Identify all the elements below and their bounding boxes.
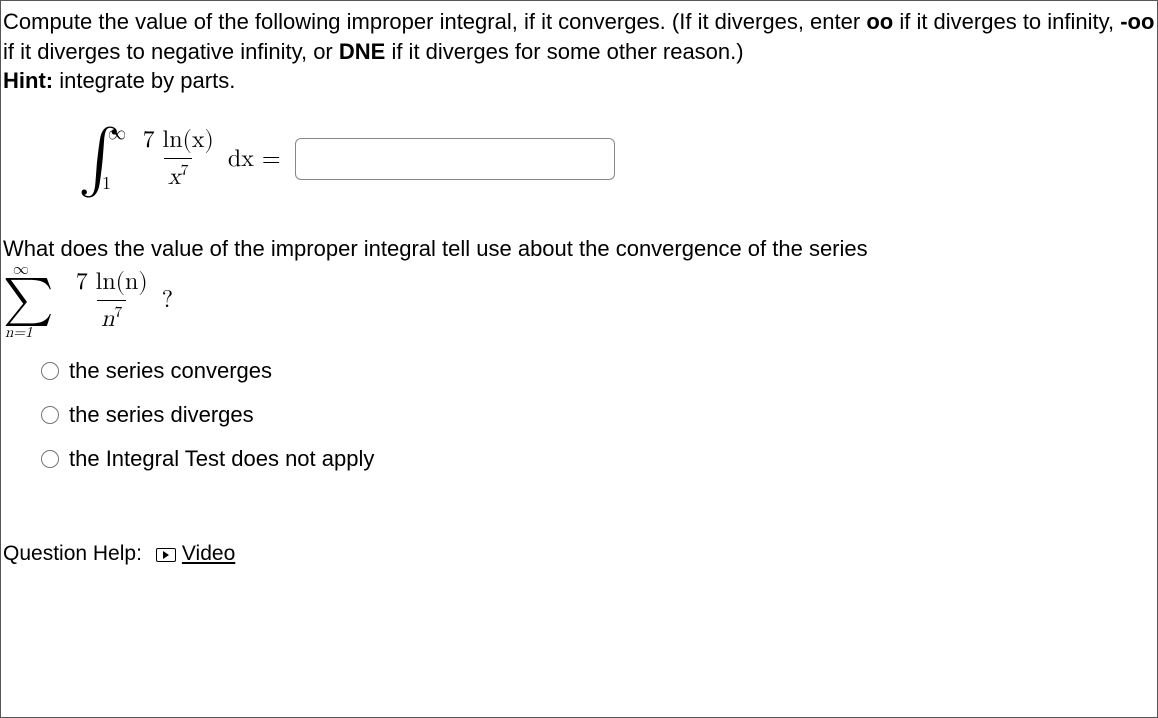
integral-answer-input[interactable] (295, 138, 615, 180)
series-fraction: 7 ln(n) n7 (72, 266, 152, 336)
problem-prompt: Compute the value of the following impro… (3, 7, 1155, 96)
integral-upper-bound: ∞ (108, 125, 126, 143)
sigma-lower: n=1 (5, 325, 33, 340)
prompt-text: if it diverges for some other reason.) (385, 39, 743, 64)
integral-expression: ∫ ∞ 1 7 ln(x) x7 dx = (78, 124, 1155, 194)
radio-not-apply[interactable] (41, 450, 59, 468)
prompt-neg-oo: -oo (1120, 9, 1154, 34)
option-not-apply[interactable]: the Integral Test does not apply (41, 437, 1155, 481)
prompt-text: Compute the value of the following impro… (3, 9, 866, 34)
option-label: the Integral Test does not apply (69, 444, 374, 474)
series-question-text: What does the value of the improper inte… (3, 234, 1155, 264)
radio-diverges[interactable] (41, 406, 59, 424)
series-denominator: n7 (97, 300, 126, 335)
video-link-text: Video (182, 540, 235, 568)
radio-options: the series converges the series diverges… (41, 349, 1155, 480)
prompt-text: if it diverges to negative infinity, or (3, 39, 339, 64)
question-mark: ? (162, 284, 173, 316)
series-question: What does the value of the improper inte… (3, 234, 1155, 481)
integrand-denominator: x7 (164, 158, 193, 193)
series-numerator: 7 ln(n) (72, 266, 152, 300)
dx-equals: dx = (228, 143, 281, 175)
sigma-upper: ∞ (13, 262, 29, 278)
prompt-oo: oo (866, 9, 893, 34)
sigma-sign: ∑ ∞ n=1 (3, 276, 54, 324)
option-label: the series diverges (69, 400, 254, 430)
radio-converges[interactable] (41, 362, 59, 380)
integrand-fraction: 7 ln(x) x7 (139, 124, 218, 194)
hint-label: Hint: (3, 68, 53, 93)
option-diverges[interactable]: the series diverges (41, 393, 1155, 437)
prompt-text: if it diverges to infinity, (893, 9, 1120, 34)
video-help-link[interactable]: Video (156, 540, 235, 568)
question-help-row: Question Help: Video (3, 540, 1155, 568)
hint-text: integrate by parts. (53, 68, 235, 93)
integral-sign: ∫ ∞ 1 (78, 127, 121, 191)
prompt-dne: DNE (339, 39, 385, 64)
integrand-numerator: 7 ln(x) (139, 124, 218, 158)
integral-lower-bound: 1 (102, 175, 111, 193)
question-help-label: Question Help: (3, 540, 142, 568)
video-icon (156, 548, 176, 562)
option-label: the series converges (69, 356, 272, 386)
option-converges[interactable]: the series converges (41, 349, 1155, 393)
